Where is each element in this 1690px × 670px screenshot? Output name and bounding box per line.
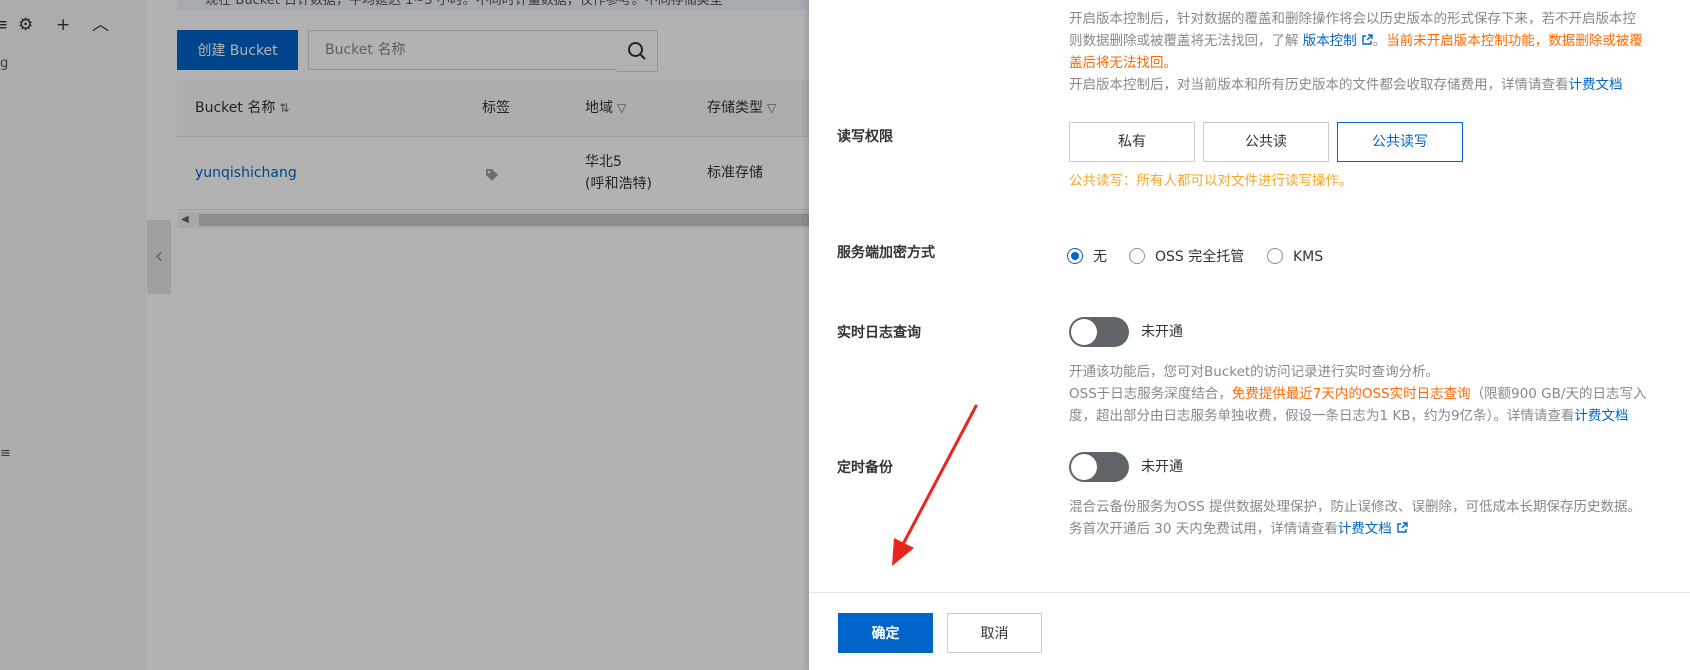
acl-warning: 公共读写：所有人都可以对文件进行读写操作。 [1069,173,1353,189]
annotation-arrow-icon [892,404,978,566]
versioning-doc-link[interactable]: 版本控制 [1303,33,1357,49]
radio-unchecked-icon[interactable] [1129,248,1145,264]
acl-option-public-read-write[interactable]: 公共读写 [1337,122,1463,162]
external-link-icon[interactable] [1361,34,1373,46]
realtime-log-status: 未开通 [1141,324,1183,340]
backup-status: 未开通 [1141,459,1183,475]
realtime-log-billing-link[interactable]: 计费文档 [1574,408,1628,424]
encryption-option-oss[interactable]: OSS 完全托管 [1129,246,1259,268]
radio-unchecked-icon[interactable] [1267,248,1283,264]
cancel-button[interactable]: 取消 [947,613,1042,653]
acl-option-public-read[interactable]: 公共读 [1203,122,1329,162]
versioning-warning: 当前未开启版本控制功能，数据删除或被覆 [1386,33,1643,49]
radio-checked-icon[interactable] [1067,248,1083,264]
backup-switch[interactable] [1069,452,1129,482]
drawer-footer: 确定 取消 [809,592,1690,670]
switch-knob [1071,319,1097,345]
encryption-option-kms[interactable]: KMS [1267,246,1347,268]
encryption-label: 服务端加密方式 [837,245,935,261]
realtime-log-label: 实时日志查询 [837,325,921,341]
backup-billing-link[interactable]: 计费文档 [1338,521,1392,537]
encryption-option-none[interactable]: 无 [1067,246,1127,268]
confirm-button[interactable]: 确定 [838,613,933,653]
modal-overlay[interactable] [0,0,809,670]
realtime-log-free-highlight: 免费提供最近7天内的OSS实时日志查询 [1231,386,1471,402]
acl-option-private[interactable]: 私有 [1069,122,1195,162]
external-link-icon[interactable] [1396,522,1408,534]
switch-knob [1071,454,1097,480]
realtime-log-switch[interactable] [1069,317,1129,347]
versioning-billing-link[interactable]: 计费文档 [1569,77,1623,93]
acl-label: 读写权限 [837,129,893,145]
backup-note: 混合云备份服务为OSS 提供数据处理保护，防止误修改、误删除，可低成本长期保存历… [1069,499,1642,537]
versioning-note: 开启版本控制后，针对数据的覆盖和删除操作将会以历史版本的形式保存下来，若不开启版… [1069,11,1643,93]
realtime-log-note: 开通该功能后，您可对Bucket的访问记录进行实时查询分析。 OSS于日志服务深… [1069,364,1647,424]
